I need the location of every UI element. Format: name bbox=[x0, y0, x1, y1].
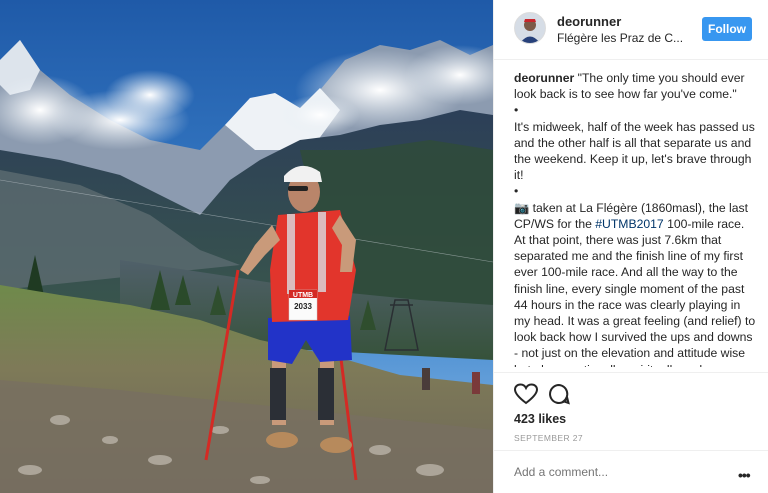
caption-author[interactable]: deorunner bbox=[514, 71, 574, 85]
username-link[interactable]: deorunner bbox=[557, 14, 621, 29]
avatar-image bbox=[515, 13, 545, 43]
post-photo[interactable]: UTMB 2033 bbox=[0, 0, 493, 493]
post-header: deorunner Flégère les Praz de C... Follo… bbox=[494, 0, 768, 60]
avatar[interactable] bbox=[514, 12, 546, 44]
add-comment-input[interactable] bbox=[514, 465, 714, 479]
caption-paragraph-1: It's midweek, half of the week has passe… bbox=[514, 119, 755, 183]
bib-number: 2033 bbox=[294, 302, 312, 311]
heart-icon[interactable] bbox=[513, 383, 539, 410]
post-caption: deorunner "The only time you should ever… bbox=[514, 70, 756, 367]
divider bbox=[494, 450, 768, 451]
caption-paragraph-2-end: 100-mile race. At that point, there was … bbox=[514, 216, 756, 367]
caption-bullet: • bbox=[514, 184, 519, 199]
more-options-icon[interactable]: ••• bbox=[738, 467, 751, 483]
mountain-trail-photo: UTMB 2033 bbox=[0, 0, 493, 493]
caption-bullet: • bbox=[514, 103, 519, 118]
location-link[interactable]: Flégère les Praz de C... bbox=[557, 31, 687, 45]
divider bbox=[494, 372, 768, 373]
hashtag-link[interactable]: #UTMB2017 bbox=[595, 217, 663, 231]
camera-emoji: 📷 bbox=[514, 200, 530, 215]
comment-icon[interactable] bbox=[548, 383, 570, 410]
bib-brand: UTMB bbox=[293, 292, 313, 299]
likes-count[interactable]: 423 likes bbox=[514, 412, 566, 426]
follow-button[interactable]: Follow bbox=[702, 17, 752, 41]
post-date: SEPTEMBER 27 bbox=[514, 433, 584, 443]
post-sidebar: deorunner Flégère les Praz de C... Follo… bbox=[493, 0, 768, 493]
